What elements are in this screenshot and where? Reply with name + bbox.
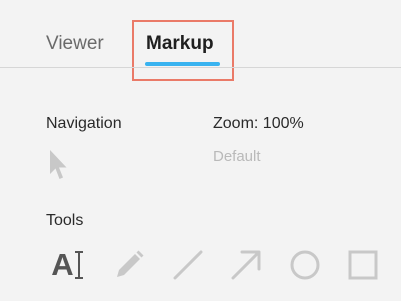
pointer-icon[interactable] — [48, 148, 70, 182]
markup-panel: Viewer Markup Navigation Zoom: 100% Defa… — [0, 0, 401, 301]
zoom-label: Zoom: 100% — [213, 115, 304, 132]
rectangle-tool[interactable] — [344, 246, 382, 284]
text-icon: A — [51, 247, 73, 282]
line-tool[interactable] — [169, 246, 207, 284]
pencil-icon — [117, 250, 144, 277]
rectangle-icon — [348, 250, 378, 280]
tab-bar: Viewer Markup — [0, 0, 401, 81]
circle-tool[interactable] — [286, 246, 324, 284]
arrow-icon — [231, 250, 261, 280]
tab-viewer[interactable]: Viewer — [46, 32, 104, 56]
line-icon — [173, 250, 203, 280]
pencil-tool[interactable] — [110, 246, 148, 284]
zoom-default-label[interactable]: Default — [213, 148, 261, 166]
navigation-label: Navigation — [46, 115, 122, 132]
circle-icon — [290, 250, 320, 280]
highlight-box — [132, 20, 234, 81]
arrow-tool[interactable] — [227, 246, 265, 284]
text-tool[interactable]: A — [46, 246, 90, 284]
text-cursor-icon — [74, 251, 83, 279]
tools-label: Tools — [46, 212, 84, 229]
tabs-divider — [0, 67, 401, 68]
